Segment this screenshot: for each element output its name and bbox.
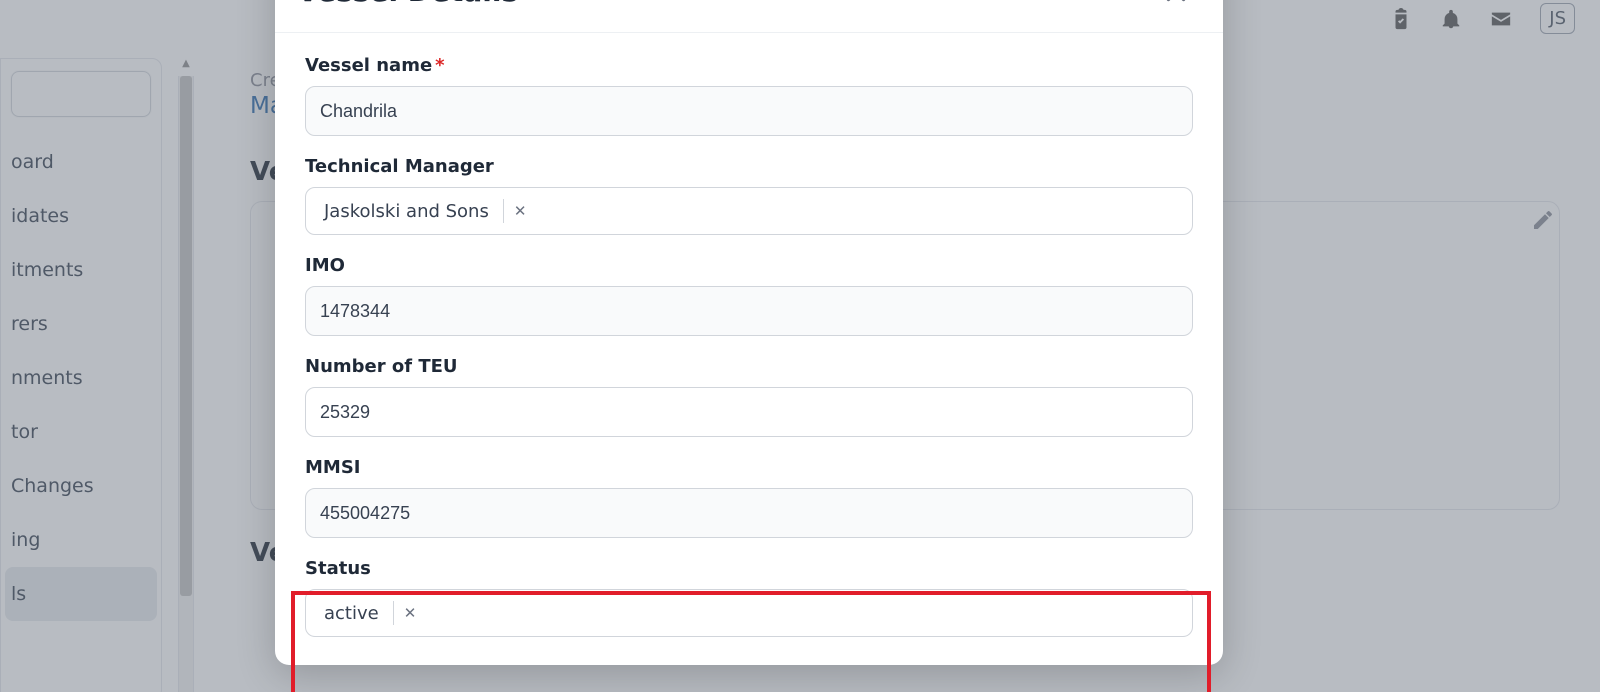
divider (393, 601, 394, 625)
clear-technical-manager-icon[interactable]: ✕ (508, 198, 533, 224)
vessel-name-label: Vessel name* (305, 55, 1193, 76)
divider (503, 199, 504, 223)
teu-label: Number of TEU (305, 356, 1193, 377)
required-asterisk: * (435, 55, 444, 76)
imo-label: IMO (305, 255, 1193, 276)
vessel-name-input[interactable] (305, 86, 1193, 136)
status-tag: active (314, 597, 389, 630)
technical-manager-tag: Jaskolski and Sons (314, 195, 499, 228)
status-select[interactable]: active ✕ (305, 589, 1193, 637)
technical-manager-label: Technical Manager (305, 156, 1193, 177)
mmsi-input[interactable] (305, 488, 1193, 538)
vessel-details-modal: Vessel Details Vessel name* Technical Ma… (275, 0, 1223, 665)
close-icon[interactable] (1163, 0, 1189, 5)
modal-title: Vessel Details (297, 0, 518, 8)
technical-manager-select[interactable]: Jaskolski and Sons ✕ (305, 187, 1193, 235)
status-label: Status (305, 558, 1193, 579)
mmsi-label: MMSI (305, 457, 1193, 478)
clear-status-icon[interactable]: ✕ (398, 600, 423, 626)
teu-input[interactable] (305, 387, 1193, 437)
imo-input[interactable] (305, 286, 1193, 336)
